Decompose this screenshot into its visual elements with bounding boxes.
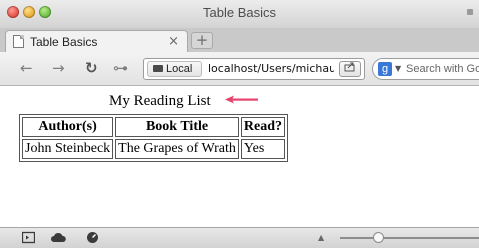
reading-list-table: Author(s) Book Title Read? John Steinbec… [19, 114, 289, 162]
table-row: John Steinbeck The Grapes of Wrath Yes [22, 139, 286, 159]
console-icon[interactable] [22, 231, 35, 244]
status-bar: ▲ [0, 227, 479, 248]
forward-arrow-icon[interactable]: → [52, 59, 65, 77]
search-engine-dropdown-icon[interactable]: ▼ [395, 61, 401, 77]
back-arrow-icon[interactable]: ← [20, 59, 33, 77]
search-placeholder: Search with Google [406, 63, 479, 75]
table-header-row: Author(s) Book Title Read? [22, 117, 286, 137]
location-chip-label: Local [166, 63, 193, 75]
cloud-icon[interactable] [51, 231, 66, 243]
header-book-title: Book Title [115, 117, 239, 137]
zoom-slider-handle[interactable] [373, 232, 384, 243]
tab-strip: Table Basics × + [0, 28, 479, 54]
header-read: Read? [240, 117, 286, 137]
tab-close-icon[interactable]: × [168, 34, 179, 49]
google-icon[interactable]: g [378, 62, 392, 76]
window-titlebar: Table Basics [0, 0, 479, 28]
computer-icon [153, 65, 163, 72]
cell-author: John Steinbeck [22, 139, 114, 159]
zoom-slider-track[interactable] [340, 237, 479, 239]
header-author: Author(s) [22, 117, 114, 137]
location-chip[interactable]: Local [147, 61, 202, 77]
annotation-arrow-icon [225, 95, 258, 104]
fullscreen-icon[interactable] [467, 9, 473, 15]
key-icon[interactable]: ⊶ [113, 59, 128, 77]
page-icon [13, 35, 24, 48]
speedometer-icon[interactable] [86, 231, 99, 244]
tab-label: Table Basics [30, 35, 98, 49]
search-field[interactable]: g ▼ Search with Google [372, 58, 479, 80]
browser-toolbar: ← → ↻ ⊶ Local localhost/Users/michaud g … [0, 52, 479, 86]
cell-read: Yes [240, 139, 286, 159]
table-caption: My Reading List [109, 93, 211, 109]
page-content: My Reading List Author(s) Book Title Rea… [0, 86, 479, 227]
reload-icon[interactable]: ↻ [85, 59, 98, 77]
address-bar[interactable]: Local localhost/Users/michaud [143, 58, 365, 80]
tab-table-basics[interactable]: Table Basics × [5, 30, 188, 54]
url-text[interactable]: localhost/Users/michaud [208, 61, 334, 77]
new-tab-button[interactable]: + [191, 32, 213, 49]
cell-book-title: The Grapes of Wrath [115, 139, 239, 159]
share-icon[interactable] [339, 61, 361, 77]
window-title: Table Basics [203, 5, 276, 20]
slider-up-icon: ▲ [318, 233, 325, 242]
